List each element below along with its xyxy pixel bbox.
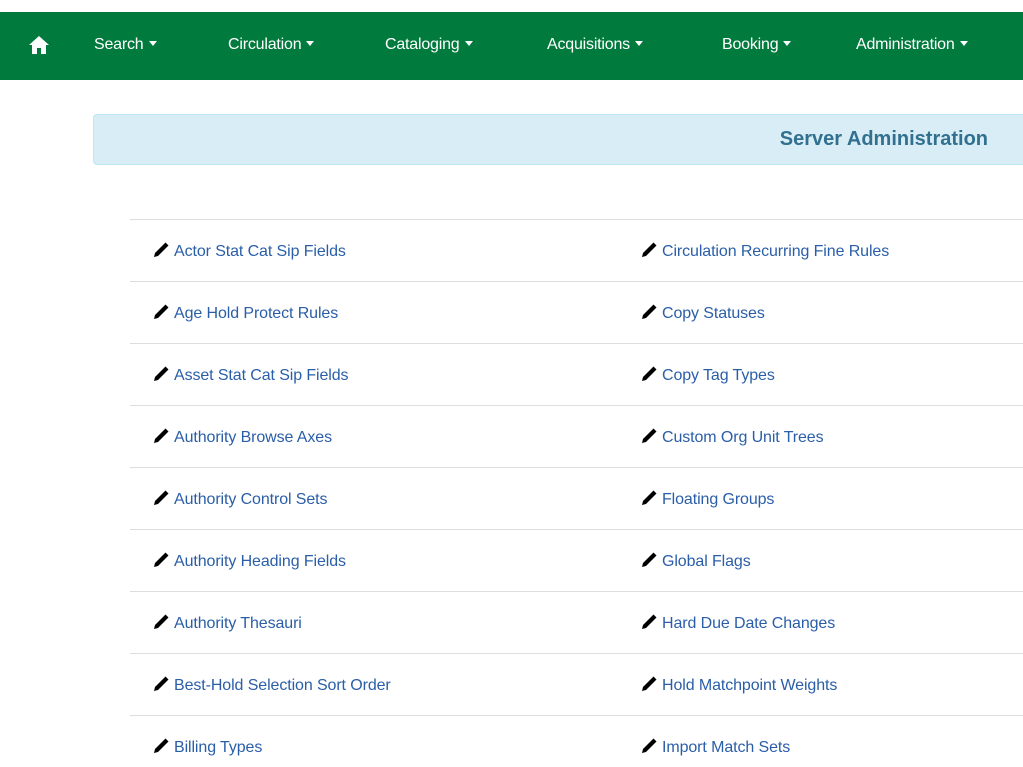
admin-link-label: Billing Types: [174, 739, 263, 756]
links-column-right: Circulation Recurring Fine Rules Copy St…: [618, 219, 1023, 767]
list-item: Hard Due Date Changes: [618, 591, 1023, 653]
nav-acquisitions[interactable]: Acquisitions: [547, 36, 643, 54]
admin-link-label: Authority Heading Fields: [174, 553, 346, 570]
pencil-icon: [642, 366, 657, 381]
admin-link-label: Asset Stat Cat Sip Fields: [174, 367, 349, 384]
chevron-down-icon: [464, 41, 473, 47]
list-item: Age Hold Protect Rules: [130, 281, 640, 343]
admin-link[interactable]: Authority Thesauri: [152, 613, 302, 633]
list-item: Import Match Sets: [618, 715, 1023, 767]
admin-link[interactable]: Age Hold Protect Rules: [152, 303, 338, 323]
admin-link[interactable]: Hard Due Date Changes: [640, 613, 835, 633]
admin-link-label: Circulation Recurring Fine Rules: [662, 243, 890, 260]
pencil-icon: [154, 242, 169, 257]
list-item: Authority Browse Axes: [130, 405, 640, 467]
pencil-icon: [154, 304, 169, 319]
chevron-down-icon: [959, 41, 968, 47]
admin-link[interactable]: Authority Control Sets: [152, 489, 328, 509]
chevron-down-icon: [783, 41, 792, 47]
admin-link[interactable]: Copy Statuses: [640, 303, 765, 323]
pencil-icon: [642, 490, 657, 505]
admin-link-label: Hard Due Date Changes: [662, 615, 836, 632]
list-item: Authority Control Sets: [130, 467, 640, 529]
pencil-icon: [154, 366, 169, 381]
list-item: Floating Groups: [618, 467, 1023, 529]
admin-link[interactable]: Hold Matchpoint Weights: [640, 675, 837, 695]
nav-circulation-label: Circulation: [228, 36, 302, 53]
list-item: Actor Stat Cat Sip Fields: [130, 219, 640, 281]
list-item: Custom Org Unit Trees: [618, 405, 1023, 467]
chevron-down-icon: [634, 41, 643, 47]
list-item: Global Flags: [618, 529, 1023, 591]
admin-link[interactable]: Circulation Recurring Fine Rules: [640, 241, 889, 261]
home-icon[interactable]: [28, 34, 50, 58]
top-navbar: Search Circulation Cataloging Acquisitio…: [0, 12, 1023, 80]
admin-link-label: Floating Groups: [662, 491, 775, 508]
panel-heading: Server Administration: [93, 114, 1023, 165]
admin-link-label: Global Flags: [662, 553, 751, 570]
admin-link[interactable]: Best-Hold Selection Sort Order: [152, 675, 391, 695]
page-title: Server Administration: [779, 128, 988, 150]
admin-link[interactable]: Floating Groups: [640, 489, 774, 509]
chevron-down-icon: [148, 41, 157, 47]
admin-link[interactable]: Billing Types: [152, 737, 262, 757]
admin-link[interactable]: Import Match Sets: [640, 737, 790, 757]
admin-link[interactable]: Authority Browse Axes: [152, 427, 332, 447]
nav-booking-label: Booking: [722, 36, 779, 53]
pencil-icon: [154, 428, 169, 443]
pencil-icon: [642, 552, 657, 567]
chevron-down-icon: [306, 41, 315, 47]
list-item: Hold Matchpoint Weights: [618, 653, 1023, 715]
pencil-icon: [642, 614, 657, 629]
pencil-icon: [642, 242, 657, 257]
list-item: Authority Thesauri: [130, 591, 640, 653]
admin-link-label: Import Match Sets: [662, 739, 791, 756]
admin-link-label: Copy Statuses: [662, 305, 765, 322]
admin-link-label: Authority Control Sets: [174, 491, 328, 508]
pencil-icon: [642, 428, 657, 443]
nav-search-label: Search: [94, 36, 144, 53]
nav-administration[interactable]: Administration: [856, 36, 968, 54]
admin-link-label: Authority Browse Axes: [174, 429, 332, 446]
pencil-icon: [642, 738, 657, 753]
admin-link[interactable]: Actor Stat Cat Sip Fields: [152, 241, 346, 261]
pencil-icon: [154, 676, 169, 691]
pencil-icon: [642, 676, 657, 691]
admin-link-label: Copy Tag Types: [662, 367, 775, 384]
nav-acquisitions-label: Acquisitions: [547, 36, 630, 53]
pencil-icon: [154, 552, 169, 567]
list-item: Copy Statuses: [618, 281, 1023, 343]
pencil-icon: [154, 490, 169, 505]
admin-link[interactable]: Asset Stat Cat Sip Fields: [152, 365, 349, 385]
admin-link[interactable]: Custom Org Unit Trees: [640, 427, 824, 447]
links-column-left: Actor Stat Cat Sip Fields Age Hold Prote…: [130, 219, 640, 767]
admin-link-label: Actor Stat Cat Sip Fields: [174, 243, 346, 260]
list-item: Asset Stat Cat Sip Fields: [130, 343, 640, 405]
admin-link[interactable]: Global Flags: [640, 551, 751, 571]
nav-cataloging[interactable]: Cataloging: [385, 36, 473, 54]
pencil-icon: [154, 614, 169, 629]
list-item: Copy Tag Types: [618, 343, 1023, 405]
admin-link-label: Best-Hold Selection Sort Order: [174, 677, 391, 694]
nav-circulation[interactable]: Circulation: [228, 36, 315, 54]
admin-link[interactable]: Copy Tag Types: [640, 365, 775, 385]
admin-link-label: Custom Org Unit Trees: [662, 429, 824, 446]
pencil-icon: [154, 738, 169, 753]
nav-search[interactable]: Search: [94, 36, 157, 54]
admin-link-label: Authority Thesauri: [174, 615, 302, 632]
list-item: Authority Heading Fields: [130, 529, 640, 591]
list-item: Circulation Recurring Fine Rules: [618, 219, 1023, 281]
pencil-icon: [642, 304, 657, 319]
nav-cataloging-label: Cataloging: [385, 36, 460, 53]
list-item: Best-Hold Selection Sort Order: [130, 653, 640, 715]
admin-link[interactable]: Authority Heading Fields: [152, 551, 346, 571]
nav-booking[interactable]: Booking: [722, 36, 792, 54]
nav-administration-label: Administration: [856, 36, 955, 53]
admin-link-label: Hold Matchpoint Weights: [662, 677, 838, 694]
list-item: Billing Types: [130, 715, 640, 767]
admin-link-label: Age Hold Protect Rules: [174, 305, 339, 322]
